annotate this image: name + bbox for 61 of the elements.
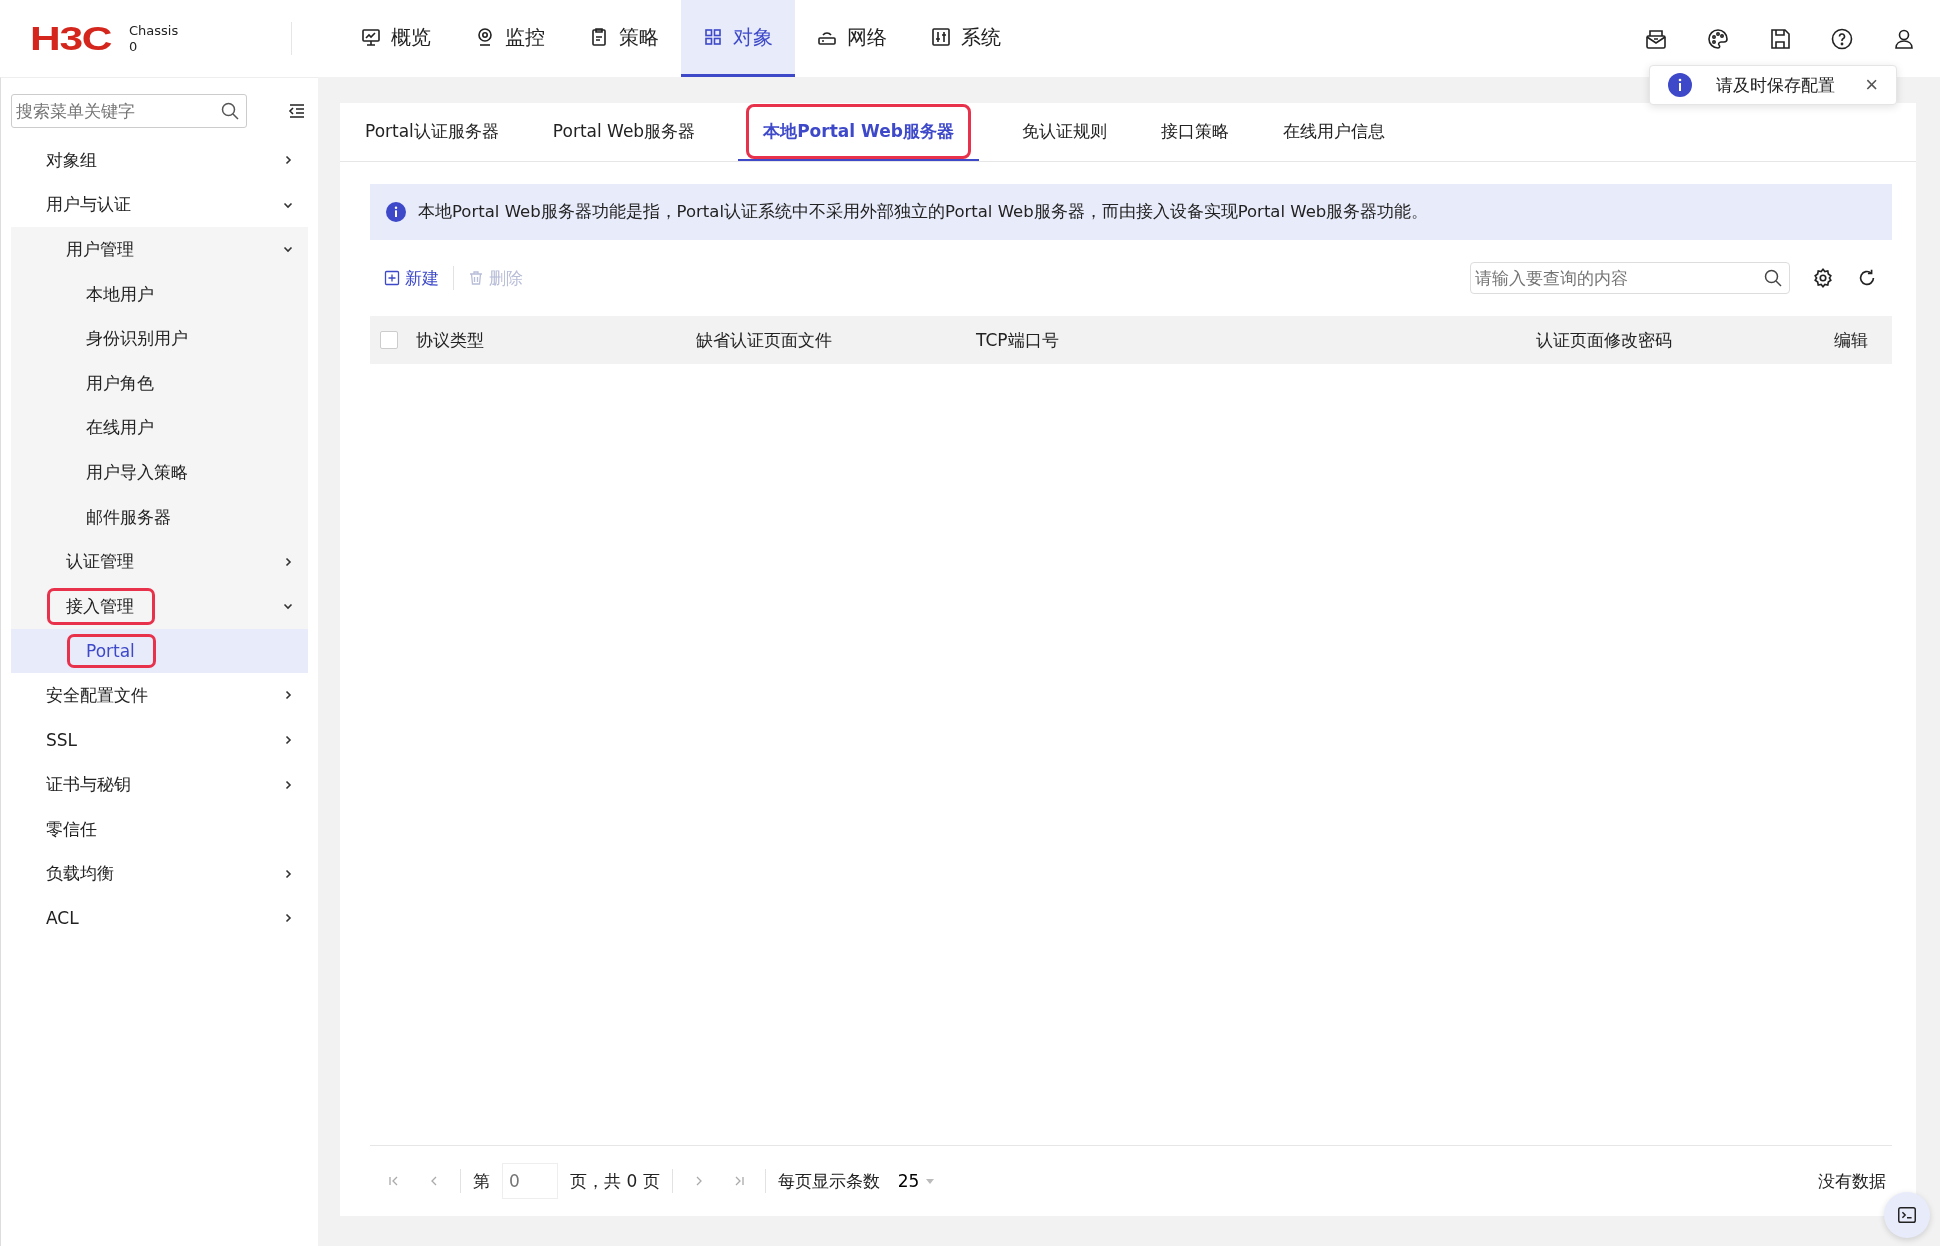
save-reminder-text: 请及时保存配置: [1716, 73, 1835, 97]
menu-search-field[interactable]: 搜索菜单关键字: [11, 94, 247, 128]
search-icon[interactable]: [1763, 268, 1783, 288]
nav-tab[interactable]: 监控: [453, 0, 567, 77]
save-icon[interactable]: [1768, 26, 1792, 51]
palette-icon[interactable]: [1706, 26, 1730, 51]
webcam-icon: [475, 27, 495, 47]
menu-item[interactable]: 安全配置文件: [35, 676, 159, 714]
nav-tab[interactable]: 网络: [795, 0, 909, 77]
menu-item[interactable]: 用户与认证: [35, 186, 142, 224]
menu-item[interactable]: 负载均衡: [35, 855, 125, 893]
search-icon[interactable]: [220, 101, 240, 121]
plus-icon: [384, 270, 400, 286]
logo: H3C: [30, 19, 112, 58]
menu-item[interactable]: 证书与秘钥: [35, 766, 142, 804]
column-header: 编辑: [1834, 328, 1868, 352]
tab[interactable]: 在线用户信息: [1271, 103, 1396, 161]
new-button[interactable]: 新建: [384, 266, 439, 290]
terminal-icon: [1896, 1204, 1918, 1226]
monitor-icon: [361, 27, 381, 47]
tab[interactable]: 免认证规则: [1010, 103, 1118, 161]
close-button[interactable]: ×: [1865, 72, 1878, 98]
search-field[interactable]: 请输入要查询的内容: [1470, 262, 1790, 294]
column-header: 认证页面修改密码: [1536, 328, 1673, 352]
select-all-checkbox[interactable]: [380, 331, 398, 349]
page-number-field[interactable]: 0: [502, 1163, 558, 1199]
tab[interactable]: Portal Web服务器: [541, 103, 707, 161]
sliders-icon: [931, 27, 951, 47]
settings-icon[interactable]: [1812, 267, 1834, 289]
nav-tab[interactable]: 对象: [681, 0, 795, 77]
column-header: 缺省认证页面文件: [696, 328, 833, 352]
nav-tab[interactable]: 系统: [909, 0, 1023, 77]
menu-item[interactable]: ACL: [35, 901, 90, 936]
info-icon: [386, 202, 406, 222]
terminal-button[interactable]: [1884, 1192, 1930, 1238]
page-prefix: 第: [473, 1169, 490, 1193]
menu-item[interactable]: SSL: [35, 723, 89, 757]
collapse-menu-icon[interactable]: [287, 101, 307, 121]
device-name: Chassis: [129, 22, 179, 39]
menu-item[interactable]: 零信任: [35, 810, 108, 848]
nav-tab[interactable]: 概览: [339, 0, 453, 77]
device-id: 0: [129, 38, 139, 55]
page-total: 页，共 0 页: [570, 1169, 660, 1193]
column-header: 协议类型: [416, 328, 485, 352]
column-header: TCP端口号: [976, 328, 1060, 352]
nav-tab[interactable]: 策略: [567, 0, 681, 77]
clipboard-icon: [589, 27, 609, 47]
tab[interactable]: 接口策略: [1149, 103, 1240, 161]
page-size-label: 每页显示条数: [777, 1169, 880, 1193]
tab[interactable]: Portal认证服务器: [354, 103, 510, 161]
info-text: 本地Portal Web服务器功能是指，Portal认证系统中不采用外部独立的Portal Web服务器，而由接入设备实现Portal Web服务器功能。: [418, 201, 1429, 223]
info-icon: [1668, 73, 1692, 97]
menu-item[interactable]: Portal: [67, 633, 156, 668]
menu-item[interactable]: 接入管理: [47, 587, 155, 625]
caret-icon: [925, 1176, 936, 1186]
grid-icon: [703, 27, 723, 47]
page-size-dropdown[interactable]: 25: [897, 1171, 936, 1191]
no-data-text: 没有数据: [1818, 1169, 1886, 1193]
help-icon[interactable]: [1830, 26, 1854, 51]
trash-icon: [468, 270, 484, 286]
menu-item[interactable]: 对象组: [35, 141, 108, 179]
